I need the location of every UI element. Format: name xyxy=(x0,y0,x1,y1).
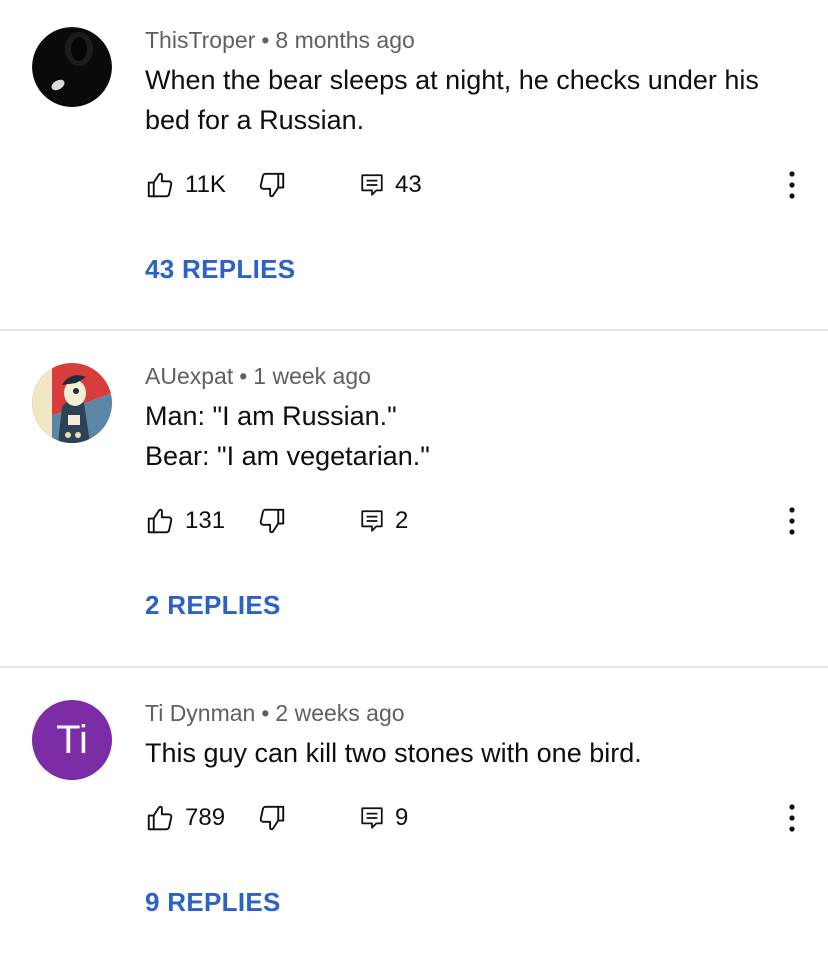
meta-separator: • xyxy=(239,363,248,389)
view-replies-button[interactable]: 2 REPLIES xyxy=(145,590,281,621)
comment-text-line: bed for a Russian. xyxy=(145,105,365,135)
thumb-up-icon xyxy=(147,172,173,198)
like-button[interactable]: 789 xyxy=(145,801,225,835)
like-count: 131 xyxy=(185,507,226,534)
more-options-button[interactable] xyxy=(777,504,807,538)
comment-text-line: Man: "I am Russian." xyxy=(145,401,397,431)
comment: AUexpat • 1 week ago Man: "I am Russian." … xyxy=(0,331,828,666)
like-count: 789 xyxy=(185,804,226,831)
comment-meta: ThisTroper • 8 months ago xyxy=(145,27,415,54)
more-vertical-icon xyxy=(789,804,795,832)
like-count: 11K xyxy=(185,171,226,198)
comment-text-line: Bear: "I am vegetarian." xyxy=(145,441,430,471)
reply-button[interactable]: 2 xyxy=(359,504,408,538)
comment: ThisTroper • 8 months ago When the bear sl… xyxy=(0,0,828,329)
meta-separator: • xyxy=(261,27,270,53)
thumb-down-icon xyxy=(259,172,285,198)
reply-comment-icon xyxy=(361,807,383,829)
more-options-button[interactable] xyxy=(777,801,807,835)
poster-style-avatar-icon xyxy=(32,363,112,443)
comment-actions: 131 2 xyxy=(145,504,805,538)
thumb-up-icon xyxy=(147,508,173,534)
dislike-button[interactable] xyxy=(257,504,287,538)
thumb-up-icon xyxy=(147,805,173,831)
more-vertical-icon xyxy=(789,171,795,199)
dark-sphere-avatar-icon xyxy=(32,27,112,107)
more-options-button[interactable] xyxy=(777,168,807,202)
reply-count: 9 xyxy=(395,804,409,831)
comment-actions: 789 9 xyxy=(145,801,805,835)
reply-comment-icon xyxy=(361,174,383,196)
reply-count: 2 xyxy=(395,507,409,534)
comment-text: This guy can kill two stones with one bi… xyxy=(145,733,795,773)
comment-meta: Ti Dynman • 2 weeks ago xyxy=(145,700,405,727)
author-name[interactable]: ThisTroper xyxy=(145,27,255,53)
author-avatar[interactable] xyxy=(32,363,112,443)
comment-time[interactable]: 1 week ago xyxy=(253,363,371,389)
reply-button[interactable]: 43 xyxy=(359,168,422,202)
reply-comment-icon xyxy=(361,510,383,532)
view-replies-button[interactable]: 43 REPLIES xyxy=(145,254,295,285)
author-name[interactable]: Ti Dynman xyxy=(145,700,255,726)
comment-text: When the bear sleeps at night, he checks… xyxy=(145,60,795,140)
comment-time[interactable]: 8 months ago xyxy=(275,27,414,53)
reply-count: 43 xyxy=(395,171,422,198)
comment-text: Man: "I am Russian." Bear: "I am vegetar… xyxy=(145,396,795,476)
dislike-button[interactable] xyxy=(257,801,287,835)
comment-meta: AUexpat • 1 week ago xyxy=(145,363,371,390)
reply-button[interactable]: 9 xyxy=(359,801,408,835)
comment-time[interactable]: 2 weeks ago xyxy=(275,700,404,726)
author-name[interactable]: AUexpat xyxy=(145,363,233,389)
like-button[interactable]: 11K xyxy=(145,168,226,202)
like-button[interactable]: 131 xyxy=(145,504,225,538)
more-vertical-icon xyxy=(789,507,795,535)
avatar-initials: Ti xyxy=(56,717,88,762)
comment-text-line: When the bear sleeps at night, he checks… xyxy=(145,65,759,95)
dislike-button[interactable] xyxy=(257,168,287,202)
thumb-down-icon xyxy=(259,508,285,534)
comment-actions: 11K 43 xyxy=(145,168,805,202)
view-replies-button[interactable]: 9 REPLIES xyxy=(145,887,281,918)
meta-separator: • xyxy=(261,700,270,726)
author-avatar[interactable]: Ti xyxy=(32,700,112,780)
comment: Ti Ti Dynman • 2 weeks ago This guy can ki… xyxy=(0,668,828,965)
thumb-down-icon xyxy=(259,805,285,831)
author-avatar[interactable] xyxy=(32,27,112,107)
comment-text-line: This guy can kill two stones with one bi… xyxy=(145,738,642,768)
